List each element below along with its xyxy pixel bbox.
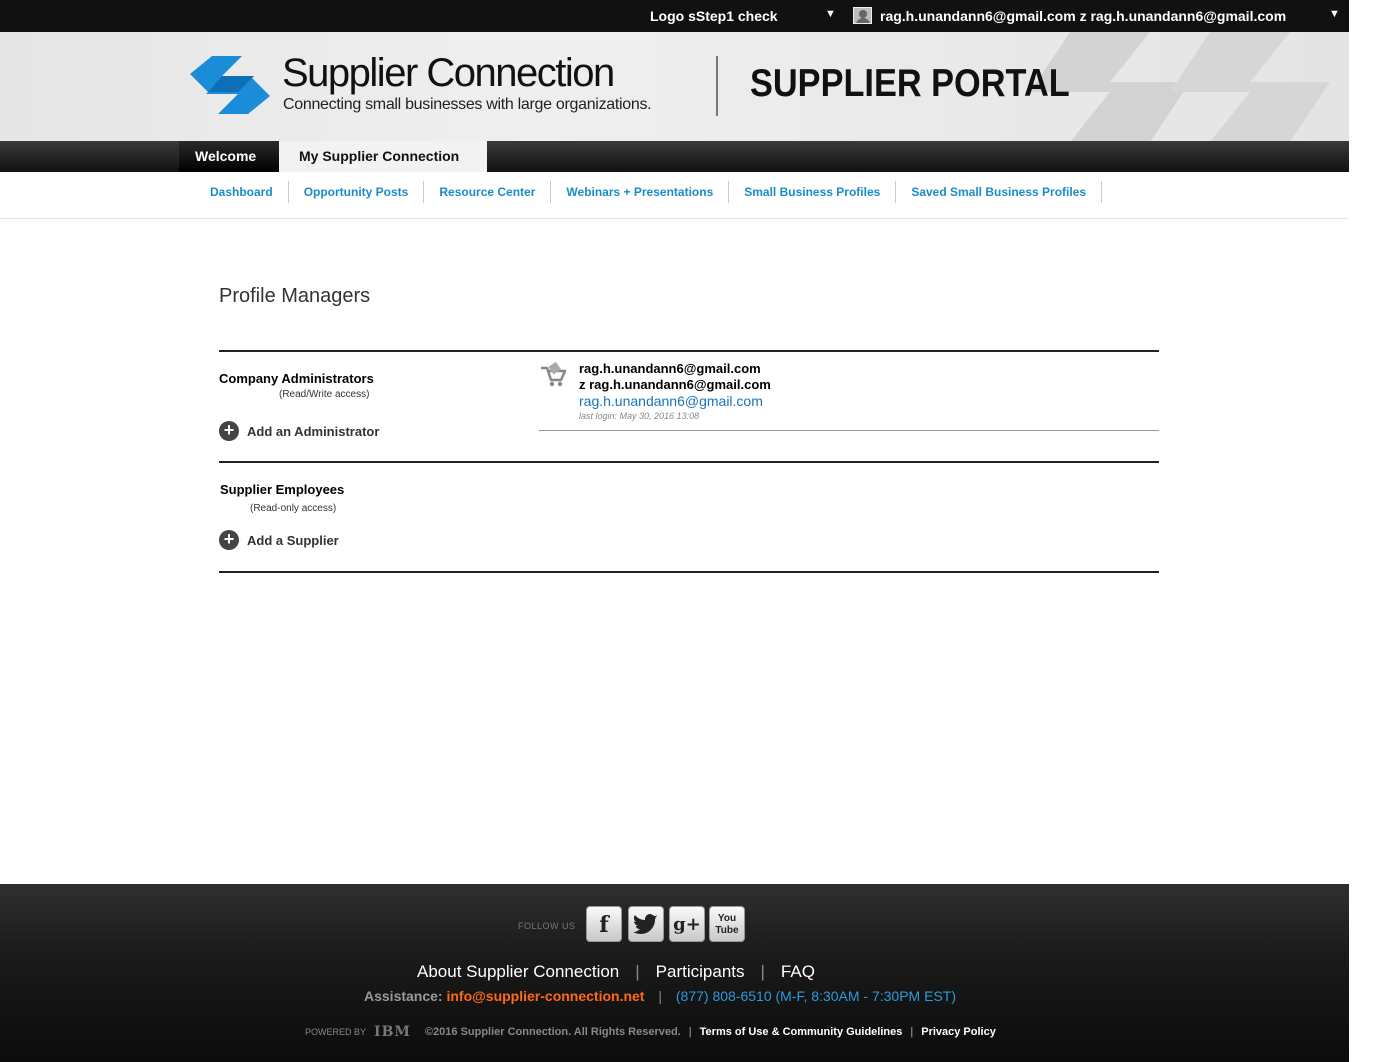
footer-separator: | (635, 962, 640, 981)
assistance-line: Assistance: info@supplier-connection.net… (364, 988, 956, 1004)
add-administrator-label: Add an Administrator (247, 423, 380, 439)
google-plus-icon[interactable]: g+ (669, 906, 705, 942)
assistance-email-link[interactable]: info@supplier-connection.net (446, 988, 644, 1004)
footer-nav: About Supplier Connection | Participants… (417, 962, 815, 982)
powered-by-label: POWERED BY (305, 1027, 367, 1037)
supplier-employees-label: Supplier Employees (220, 482, 345, 497)
administrator-last-login: last login: May 30, 2016 13:08 (579, 411, 700, 421)
footer-link-participants[interactable]: Participants (656, 962, 745, 982)
add-supplier-button[interactable]: + Add a Supplier (219, 530, 339, 550)
administrator-name-line2: z rag.h.unandann6@gmail.com (579, 377, 771, 392)
org-selector[interactable]: Logo sStep1 check (650, 8, 778, 24)
subnav-opportunity-posts[interactable]: Opportunity Posts (289, 181, 425, 203)
privacy-link[interactable]: Privacy Policy (921, 1026, 996, 1038)
twitter-icon[interactable] (628, 906, 664, 942)
user-dropdown-caret-icon[interactable]: ▼ (1329, 8, 1340, 20)
main-nav: Welcome My Supplier Connection (0, 141, 1349, 172)
administrator-email-link[interactable]: rag.h.unandann6@gmail.com (579, 393, 763, 409)
add-supplier-label: Add a Supplier (247, 532, 339, 548)
page-title: Profile Managers (219, 285, 371, 307)
add-administrator-button[interactable]: + Add an Administrator (219, 421, 379, 441)
plus-circle-icon: + (219, 421, 239, 441)
company-administrators-label: Company Administrators (219, 371, 374, 386)
subnav-saved-small-business-profiles[interactable]: Saved Small Business Profiles (896, 181, 1103, 203)
site-header: Supplier Connection Connecting small bus… (0, 32, 1349, 141)
footer-separator: | (910, 1026, 914, 1038)
page: Logo sStep1 check ▼ rag.h.unandann6@gmai… (0, 0, 1376, 1062)
tab-my-supplier-connection[interactable]: My Supplier Connection (279, 141, 487, 172)
footer-separator: | (760, 962, 765, 981)
header-watermark-icon (1030, 32, 1330, 141)
subnav-webinars-presentations[interactable]: Webinars + Presentations (551, 181, 730, 203)
section-divider (219, 571, 1159, 573)
administrator-card: rag.h.unandann6@gmail.com z rag.h.unanda… (539, 358, 1159, 431)
subnav-dashboard[interactable]: Dashboard (195, 181, 289, 203)
brand-name[interactable]: Supplier Connection (282, 51, 615, 96)
supplier-connection-logo-icon[interactable] (188, 54, 272, 116)
copyright: ©2016 Supplier Connection. All Rights Re… (424, 1026, 681, 1038)
footer-link-about[interactable]: About Supplier Connection (417, 962, 619, 982)
supplier-employees-access: (Read-only access) (250, 503, 337, 514)
brand-tagline: Connecting small businesses with large o… (283, 96, 652, 113)
tab-welcome[interactable]: Welcome (179, 141, 279, 172)
portal-title: SUPPLIER PORTAL (750, 62, 1070, 105)
terms-link[interactable]: Terms of Use & Community Guidelines (700, 1026, 903, 1038)
shopping-cart-icon (541, 362, 567, 387)
footer-link-faq[interactable]: FAQ (781, 962, 815, 982)
subnav-small-business-profiles[interactable]: Small Business Profiles (729, 181, 897, 203)
company-administrators-access: (Read/Write access) (279, 389, 370, 400)
plus-circle-icon: + (219, 530, 239, 550)
assistance-phone: (877) 808-6510 (M-F, 8:30AM - 7:30PM EST… (675, 988, 956, 1004)
follow-us-label: FOLLOW US (518, 921, 576, 931)
section-divider (219, 461, 1159, 463)
footer-separator: | (688, 1026, 692, 1038)
footer-separator: | (658, 988, 662, 1004)
footer-bottom: POWERED BY IBM ©2016 Supplier Connection… (305, 1024, 996, 1040)
header-divider (716, 56, 718, 116)
sub-nav: Dashboard Opportunity Posts Resource Cen… (0, 172, 1349, 219)
top-bar: Logo sStep1 check ▼ rag.h.unandann6@gmai… (0, 0, 1349, 32)
administrator-name-line1: rag.h.unandann6@gmail.com (579, 361, 761, 376)
app-frame: Logo sStep1 check ▼ rag.h.unandann6@gmai… (0, 0, 1349, 1062)
assistance-label: Assistance: (364, 988, 443, 1004)
facebook-icon[interactable]: f (586, 906, 622, 942)
ibm-logo[interactable]: IBM (374, 1024, 411, 1040)
subnav-resource-center[interactable]: Resource Center (424, 181, 552, 203)
user-avatar-icon[interactable] (853, 7, 872, 24)
org-dropdown-caret-icon[interactable]: ▼ (825, 8, 836, 20)
user-menu[interactable]: rag.h.unandann6@gmail.com z rag.h.unanda… (880, 8, 1286, 24)
section-divider (219, 350, 1159, 352)
site-footer: FOLLOW US f g+ You Tube About Supplier Co… (0, 884, 1349, 1062)
youtube-icon[interactable]: You Tube (709, 906, 745, 942)
